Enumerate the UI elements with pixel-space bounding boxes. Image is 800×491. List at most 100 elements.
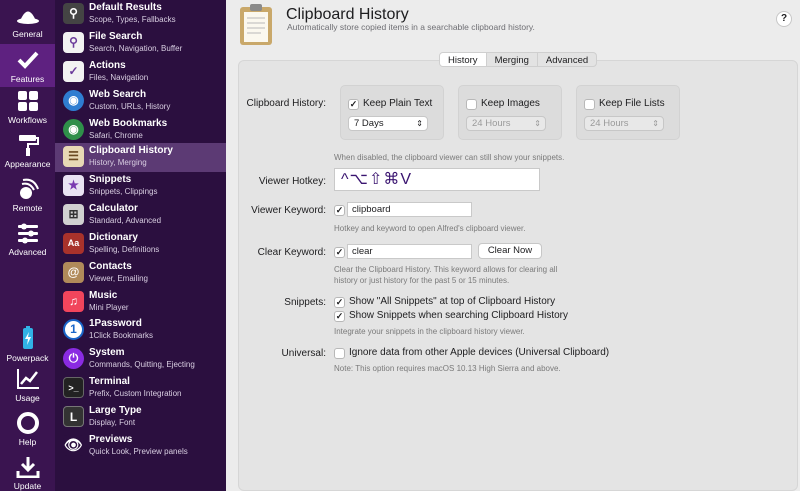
feature-subtitle: Scope, Types, Fallbacks bbox=[89, 15, 176, 24]
battery-icon bbox=[22, 326, 33, 349]
help-button[interactable]: ? bbox=[776, 11, 792, 27]
viewer-keyword-input[interactable]: clipboard bbox=[347, 202, 472, 217]
feature-item-terminal[interactable]: >_ Terminal Prefix, Custom Integration bbox=[55, 374, 226, 403]
page-subtitle: Automatically store copied items in a se… bbox=[287, 22, 535, 32]
viewer-hotkey-field[interactable]: ^⌥⇧⌘V bbox=[334, 168, 540, 191]
chevron-updown-icon: ⇕ bbox=[534, 119, 541, 128]
clear-now-button[interactable]: Clear Now bbox=[478, 243, 542, 259]
tab-advanced[interactable]: Advanced bbox=[538, 53, 596, 66]
rail-item-features[interactable]: Features bbox=[0, 44, 55, 87]
viewer-keyword-label: Viewer Keyword: bbox=[251, 205, 326, 216]
rail-item-appearance[interactable]: Appearance bbox=[0, 134, 55, 174]
feature-title: File Search bbox=[89, 31, 143, 42]
rail-label: Workflows bbox=[7, 115, 48, 125]
keep-file-lists-group: Keep File Lists 24 Hours ⇕ bbox=[576, 85, 680, 140]
star-snippet-icon: ★ bbox=[63, 175, 84, 196]
feature-subtitle: Mini Player bbox=[89, 303, 129, 312]
rail-item-usage[interactable]: Usage bbox=[0, 368, 55, 408]
keep-images-group: Keep Images 24 Hours ⇕ bbox=[458, 85, 562, 140]
viewer-keyword-checkbox[interactable] bbox=[334, 205, 345, 216]
rail-label: Powerpack bbox=[6, 353, 49, 363]
globe-bookmark-icon: ◉ bbox=[63, 119, 84, 140]
feature-title: Web Bookmarks bbox=[89, 118, 168, 129]
feature-item-calculator[interactable]: ⊞ Calculator Standard, Advanced bbox=[55, 201, 226, 230]
feature-item-actions[interactable]: ✓ Actions Files, Navigation bbox=[55, 58, 226, 87]
rail-item-remote[interactable]: Remote bbox=[0, 178, 55, 218]
feature-item-contacts[interactable]: @ Contacts Viewer, Emailing bbox=[55, 259, 226, 288]
keep-file-lists-select[interactable]: 24 Hours ⇕ bbox=[584, 116, 664, 131]
feature-title: Previews bbox=[89, 434, 133, 445]
feature-item-previews[interactable]: 👁 Previews Quick Look, Preview panels bbox=[55, 432, 226, 461]
feature-item-web-bookmarks[interactable]: ◉ Web Bookmarks Safari, Chrome bbox=[55, 116, 226, 145]
feature-item-default-results[interactable]: ⚲ Default Results Scope, Types, Fallback… bbox=[55, 0, 226, 29]
feature-item-large-type[interactable]: L Large Type Display, Font bbox=[55, 403, 226, 432]
rail-label: Features bbox=[10, 74, 45, 84]
remote-icon bbox=[19, 178, 39, 199]
rail-label: Advanced bbox=[8, 247, 47, 257]
keep-images-label: Keep Images bbox=[481, 98, 540, 109]
rail-label: Update bbox=[13, 481, 42, 491]
sliders-icon bbox=[17, 223, 38, 244]
snippets-search-checkbox[interactable] bbox=[334, 311, 345, 322]
dictionary-icon: Aa bbox=[63, 233, 84, 254]
keep-images-checkbox[interactable] bbox=[466, 99, 477, 110]
keep-plain-text-select[interactable]: 7 Days ⇕ bbox=[348, 116, 428, 131]
feature-subtitle: Files, Navigation bbox=[89, 73, 149, 82]
keep-images-select[interactable]: 24 Hours ⇕ bbox=[466, 116, 546, 131]
feature-list: ⚲ Default Results Scope, Types, Fallback… bbox=[55, 0, 226, 491]
feature-subtitle: Prefix, Custom Integration bbox=[89, 389, 182, 398]
select-value: 24 Hours bbox=[590, 118, 629, 129]
feature-item-1password[interactable]: 1 1Password 1Click Bookmarks bbox=[55, 316, 226, 345]
feature-subtitle: Commands, Quitting, Ejecting bbox=[89, 360, 195, 369]
checkmark-icon bbox=[17, 51, 38, 69]
rail-item-general[interactable]: General bbox=[0, 4, 55, 44]
clear-keyword-checkbox[interactable] bbox=[334, 247, 345, 258]
feature-title: 1Password bbox=[89, 318, 142, 329]
viewer-hotkey-label: Viewer Hotkey: bbox=[258, 176, 326, 187]
rail-item-help[interactable]: Help bbox=[0, 412, 55, 452]
feature-subtitle: Quick Look, Preview panels bbox=[89, 447, 188, 456]
keep-plain-text-group: Keep Plain Text 7 Days ⇕ bbox=[340, 85, 444, 140]
feature-subtitle: 1Click Bookmarks bbox=[89, 331, 154, 340]
tab-history[interactable]: History bbox=[440, 53, 487, 66]
rail-item-workflows[interactable]: Workflows bbox=[0, 90, 55, 130]
select-value: 7 Days bbox=[354, 118, 384, 129]
feature-subtitle: Spelling, Definitions bbox=[89, 245, 160, 254]
clipboard-icon bbox=[240, 4, 272, 45]
feature-title: Default Results bbox=[89, 2, 162, 13]
feature-item-clipboard-history[interactable]: ☰ Clipboard History History, Merging bbox=[55, 143, 226, 172]
universal-label: Universal: bbox=[281, 348, 326, 359]
feature-title: Contacts bbox=[89, 261, 132, 272]
rail-label: Appearance bbox=[4, 159, 51, 169]
snippets-all-checkbox[interactable] bbox=[334, 297, 345, 308]
keep-file-lists-checkbox[interactable] bbox=[584, 99, 595, 110]
feature-item-web-search[interactable]: ◉ Web Search Custom, URLs, History bbox=[55, 87, 226, 116]
rail-item-update[interactable]: Update bbox=[0, 456, 55, 491]
snippets-note: Integrate your snippets in the clipboard… bbox=[334, 327, 525, 336]
feature-item-music[interactable]: ♫ Music Mini Player bbox=[55, 288, 226, 317]
feature-item-file-search[interactable]: ⚲ File Search Search, Navigation, Buffer bbox=[55, 29, 226, 58]
large-type-icon: L bbox=[63, 406, 84, 427]
feature-item-snippets[interactable]: ★ Snippets Snippets, Clippings bbox=[55, 172, 226, 201]
keep-plain-text-checkbox[interactable] bbox=[348, 99, 359, 110]
feature-subtitle: Standard, Advanced bbox=[89, 216, 162, 225]
tab-bar: History Merging Advanced bbox=[439, 52, 598, 67]
universal-note: Note: This option requires macOS 10.13 H… bbox=[334, 364, 561, 373]
feature-subtitle: Snippets, Clippings bbox=[89, 187, 158, 196]
rail-item-advanced[interactable]: Advanced bbox=[0, 222, 55, 262]
universal-checkbox[interactable] bbox=[334, 348, 345, 359]
snippets-label: Snippets: bbox=[284, 297, 326, 308]
feature-item-system[interactable]: ⏻ System Commands, Quitting, Ejecting bbox=[55, 345, 226, 374]
actions-icon: ✓ bbox=[63, 61, 84, 82]
download-icon bbox=[16, 457, 39, 478]
tab-merging[interactable]: Merging bbox=[487, 53, 538, 66]
feature-item-dictionary[interactable]: Aa Dictionary Spelling, Definitions bbox=[55, 230, 226, 259]
select-value: 24 Hours bbox=[472, 118, 511, 129]
clear-note-line-1: Clear the Clipboard History. This keywor… bbox=[334, 265, 558, 274]
grid-icon bbox=[17, 91, 38, 111]
clear-keyword-label: Clear Keyword: bbox=[257, 247, 326, 258]
1password-icon: 1 bbox=[63, 319, 84, 340]
rail-item-powerpack[interactable]: Powerpack bbox=[0, 326, 55, 366]
clear-keyword-input[interactable]: clear bbox=[347, 244, 472, 259]
rail-label: General bbox=[12, 29, 43, 39]
